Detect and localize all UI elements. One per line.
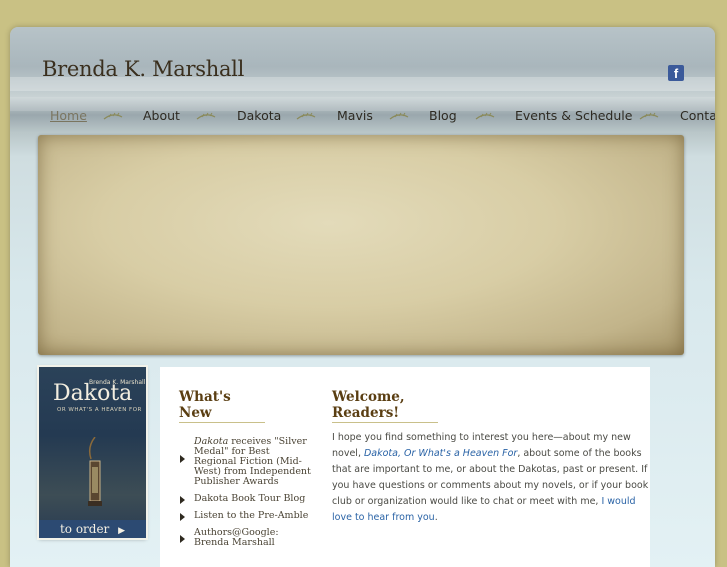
wheat-ornament-icon xyxy=(196,112,216,120)
dakota-book-link[interactable]: Dakota, Or What's a Heaven For xyxy=(364,448,517,459)
wheat-ornament-icon xyxy=(475,112,495,120)
wheat-ornament-icon xyxy=(103,112,123,120)
nav-events[interactable]: Events & Schedule xyxy=(515,108,632,123)
news-item[interactable]: Listen to the Pre-Amble xyxy=(180,511,312,521)
bullet-arrow-icon xyxy=(180,535,185,543)
bullet-arrow-icon xyxy=(180,496,185,504)
news-item[interactable]: Authors@Google: Brenda Marshall xyxy=(180,528,312,548)
nav-contact[interactable]: Contact xyxy=(680,108,715,123)
wheat-ornament-icon xyxy=(639,112,659,120)
facebook-icon[interactable]: f xyxy=(668,65,684,81)
whats-new-heading: What's New xyxy=(179,389,265,423)
wheat-ornament-icon xyxy=(296,112,316,120)
welcome-paragraph: I hope you find something to interest yo… xyxy=(332,432,649,523)
bullet-arrow-icon xyxy=(180,455,185,463)
book-cover[interactable]: Brenda K. Marshall Dakota OR WHAT'S A HE… xyxy=(39,367,146,538)
book-subtitle: OR WHAT'S A HEAVEN FOR xyxy=(57,407,142,413)
content-panel: What's New Dakota receives "Silver Medal… xyxy=(160,367,650,567)
order-label: to order xyxy=(59,522,110,536)
welcome-heading: Welcome, Readers! xyxy=(332,389,438,423)
news-item[interactable]: Dakota Book Tour Blog xyxy=(180,494,312,504)
lantern-image xyxy=(88,437,102,506)
nav-about[interactable]: About xyxy=(143,108,180,123)
order-button[interactable]: to order ▶ xyxy=(39,520,146,538)
nav-dakota[interactable]: Dakota xyxy=(237,108,281,123)
nav-blog[interactable]: Blog xyxy=(429,108,457,123)
play-arrow-icon: ▶ xyxy=(118,526,126,536)
page-frame: Brenda K. Marshall f Home About Dakota M… xyxy=(10,27,715,567)
site-title[interactable]: Brenda K. Marshall xyxy=(42,57,244,81)
book-title: Dakota xyxy=(53,381,133,406)
parchment-banner xyxy=(38,135,684,355)
bullet-arrow-icon xyxy=(180,513,185,521)
wheat-ornament-icon xyxy=(389,112,409,120)
nav-home[interactable]: Home xyxy=(50,108,87,123)
news-item[interactable]: Dakota receives "Silver Medal" for Best … xyxy=(180,437,312,487)
nav-mavis[interactable]: Mavis xyxy=(337,108,373,123)
